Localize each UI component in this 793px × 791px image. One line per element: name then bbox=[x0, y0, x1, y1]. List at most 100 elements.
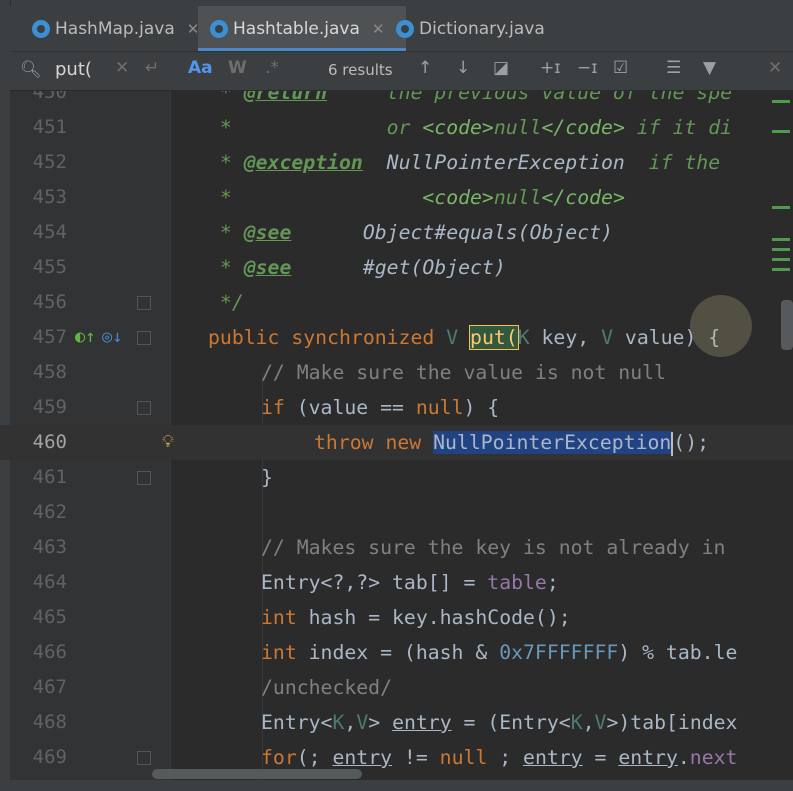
code-text: } bbox=[261, 466, 273, 489]
filter-icon[interactable]: ▼ bbox=[703, 58, 716, 78]
line-number: 456 bbox=[32, 291, 67, 313]
code-text: Entry<K,V> entry = (Entry<K,V>)tab[index bbox=[261, 711, 738, 734]
scroll-marker bbox=[772, 238, 790, 241]
code-text: public synchronized V put(K key, V value… bbox=[208, 325, 721, 350]
code-line: 467 /unchecked/ bbox=[0, 670, 793, 705]
fold-marker[interactable] bbox=[137, 296, 151, 310]
scroll-marker bbox=[772, 100, 790, 103]
scroll-marker bbox=[772, 268, 790, 271]
scroll-marker bbox=[772, 248, 790, 251]
select-all-occurrences-icon[interactable]: ◪ bbox=[493, 58, 509, 78]
regex-toggle[interactable]: .* bbox=[265, 58, 279, 78]
code-text: Entry<?,?> tab[] = table; bbox=[261, 571, 559, 594]
clear-search-icon[interactable]: ✕ bbox=[115, 58, 129, 78]
code-line: 465 int hash = key.hashCode(); bbox=[0, 600, 793, 635]
code-text: * @see #get(Object) bbox=[208, 256, 506, 279]
vertical-scrollbar[interactable] bbox=[781, 300, 793, 350]
fold-marker[interactable] bbox=[137, 401, 151, 415]
match-case-toggle[interactable]: Aa bbox=[188, 58, 213, 78]
line-number: 454 bbox=[32, 221, 67, 243]
find-bar: 🔍︎ ✕ ↵ Aa W .* 6 results ↑ ↓ ◪ +ɪ −ɪ ☑ ☰… bbox=[10, 52, 793, 91]
horizontal-scrollbar[interactable] bbox=[152, 769, 362, 779]
code-text: int hash = key.hashCode(); bbox=[261, 606, 571, 629]
code-text: int index = (hash & 0x7FFFFFFF) % tab.le bbox=[261, 641, 738, 664]
code-text: * @return the previous value of the spe bbox=[208, 91, 733, 104]
new-line-icon[interactable]: ↵ bbox=[145, 58, 159, 78]
line-number: 455 bbox=[32, 256, 67, 278]
line-number: 469 bbox=[32, 746, 67, 768]
code-line: 463 // Makes sure the key is not already… bbox=[0, 530, 793, 565]
tab-label: Dictionary.java bbox=[419, 18, 545, 39]
line-number: 460 bbox=[32, 431, 67, 453]
line-number: 459 bbox=[32, 396, 67, 418]
line-number: 457 bbox=[32, 326, 67, 348]
overrides-icon[interactable]: ◐↑ bbox=[75, 320, 95, 355]
code-text: */ bbox=[208, 291, 244, 314]
tab-label: HashMap.java bbox=[55, 18, 175, 39]
code-line: 454 * @see Object#equals(Object) bbox=[0, 215, 793, 250]
code-text: // Makes sure the key is not already in bbox=[261, 536, 726, 559]
lightbulb-icon[interactable]: 💡︎ bbox=[162, 425, 174, 460]
tab-hashmap[interactable]: HashMap.java ✕ bbox=[20, 6, 210, 51]
line-number: 450 bbox=[32, 91, 67, 103]
line-number: 467 bbox=[32, 676, 67, 698]
search-icon[interactable]: 🔍︎ bbox=[20, 60, 42, 80]
code-line: 468 Entry<K,V> entry = (Entry<K,V>)tab[i… bbox=[0, 705, 793, 740]
tab-label: Hashtable.java bbox=[233, 18, 360, 39]
scroll-marker bbox=[772, 206, 790, 209]
fold-marker[interactable] bbox=[137, 471, 151, 485]
line-number: 461 bbox=[32, 466, 67, 488]
code-line: 452 * @exception NullPointerException if… bbox=[0, 145, 793, 180]
code-text: // Make sure the value is not null bbox=[261, 361, 666, 384]
implemented-icon[interactable]: ◎↓ bbox=[102, 320, 122, 355]
code-line: 459 if (value == null) { bbox=[0, 390, 793, 425]
code-text: throw new NullPointerException (); bbox=[314, 431, 710, 456]
search-input[interactable] bbox=[53, 58, 117, 81]
code-text: * @see Object#equals(Object) bbox=[208, 221, 613, 244]
filter-options-icon[interactable]: ☰ bbox=[666, 58, 681, 78]
line-number: 465 bbox=[32, 606, 67, 628]
line-number: 468 bbox=[32, 711, 67, 733]
code-text: /unchecked/ bbox=[261, 676, 393, 699]
code-text: * @exception NullPointerException if the bbox=[208, 151, 721, 174]
line-number: 464 bbox=[32, 571, 67, 593]
line-number: 466 bbox=[32, 641, 67, 663]
java-class-icon bbox=[210, 19, 228, 38]
status-bar bbox=[0, 780, 793, 791]
java-class-icon bbox=[32, 19, 50, 38]
line-number: 451 bbox=[32, 116, 67, 138]
arrow-down-icon[interactable]: ↓ bbox=[456, 58, 470, 78]
code-line: 456 */ bbox=[0, 285, 793, 320]
code-line: 469 for(; entry != null ; entry = entry.… bbox=[0, 740, 793, 775]
java-class-icon bbox=[396, 19, 414, 38]
code-text: * <code>null</code> bbox=[208, 186, 625, 209]
close-icon[interactable]: ✕ bbox=[768, 58, 782, 78]
tab-hashtable[interactable]: Hashtable.java ✕ bbox=[198, 6, 406, 51]
words-toggle[interactable]: W bbox=[228, 58, 247, 78]
remove-occurrence-icon[interactable]: −ɪ bbox=[577, 58, 598, 78]
select-all-matches-icon[interactable]: ☑ bbox=[613, 58, 628, 78]
editor-tab-bar: HashMap.java ✕ Hashtable.java ✕ Dictiona… bbox=[10, 6, 793, 52]
line-number: 452 bbox=[32, 151, 67, 173]
arrow-up-icon[interactable]: ↑ bbox=[418, 58, 432, 78]
search-results-count: 6 results bbox=[328, 61, 393, 79]
scroll-marker bbox=[772, 258, 790, 261]
tab-dictionary[interactable]: Dictionary.java bbox=[396, 6, 566, 51]
code-line: 462 bbox=[0, 495, 793, 530]
fold-marker[interactable] bbox=[137, 751, 151, 765]
code-text: if (value == null) { bbox=[261, 396, 500, 419]
close-icon[interactable]: ✕ bbox=[372, 20, 385, 38]
code-line-current: 460 💡︎ throw new NullPointerException (); bbox=[0, 425, 793, 460]
code-line: 461 } bbox=[0, 460, 793, 495]
scroll-marker bbox=[772, 130, 790, 133]
code-line: 457 ◐↑ ◎↓ public synchronized V put(K ke… bbox=[0, 320, 793, 355]
line-number: 462 bbox=[32, 501, 67, 523]
code-editor[interactable]: 450 * @return the previous value of the … bbox=[0, 91, 793, 791]
fold-marker[interactable] bbox=[137, 331, 151, 345]
line-number: 458 bbox=[32, 361, 67, 383]
add-occurrence-icon[interactable]: +ɪ bbox=[540, 58, 561, 78]
mouse-cursor-highlight bbox=[690, 295, 752, 357]
code-text: * or <code>null</code> if it di bbox=[208, 116, 733, 139]
line-number: 453 bbox=[32, 186, 67, 208]
line-number: 463 bbox=[32, 536, 67, 558]
